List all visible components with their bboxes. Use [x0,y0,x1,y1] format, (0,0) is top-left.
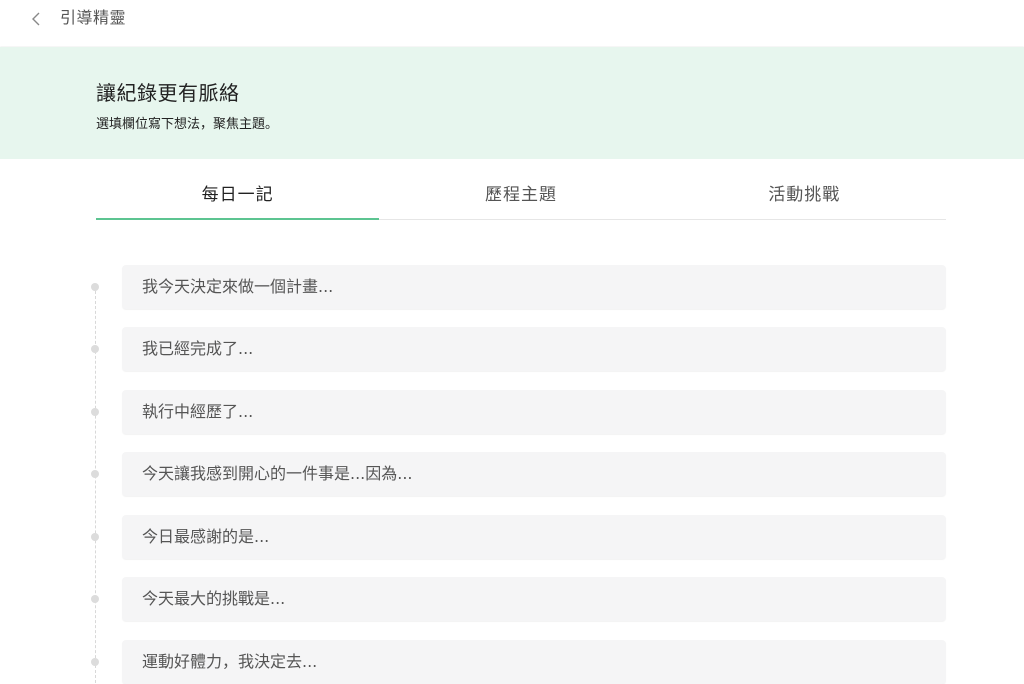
prompt-row: 我已經完成了... [0,327,1024,371]
prompt-row: 運動好體力，我決定去... [0,640,1024,684]
prompt-input-experienced[interactable]: 執行中經歷了... [122,390,946,434]
prompt-row: 今日最感謝的是... [0,515,1024,559]
prompt-row: 今天讓我感到開心的一件事是...因為... [0,452,1024,496]
timeline-dot [91,658,99,666]
timeline-dot [91,345,99,353]
prompt-input-completed[interactable]: 我已經完成了... [122,327,946,371]
prompt-input-gratitude[interactable]: 今日最感謝的是... [122,515,946,559]
timeline-dot [91,283,99,291]
intro-banner: 讓紀錄更有脈絡 選填欄位寫下想法，聚焦主題。 [0,47,1024,159]
tab-journey-topic[interactable]: 歷程主題 [379,172,662,219]
prompt-row: 執行中經歷了... [0,390,1024,434]
top-bar: 引導精靈 [0,0,1024,46]
timeline-dot [91,533,99,541]
tab-daily-note[interactable]: 每日一記 [96,172,380,220]
prompt-row: 今天最大的挑戰是... [0,577,1024,621]
banner-subtitle: 選填欄位寫下想法，聚焦主題。 [96,117,279,132]
prompt-row: 我今天決定來做一個計畫... [0,265,1024,309]
page-title: 引導精靈 [60,8,127,27]
prompt-input-challenge[interactable]: 今天最大的挑戰是... [122,577,946,621]
tab-activity-challenge[interactable]: 活動挑戰 [663,172,946,219]
timeline-dot [91,408,99,416]
timeline-dot [91,470,99,478]
prompt-input-plan[interactable]: 我今天決定來做一個計畫... [122,265,946,309]
timeline-dot [91,595,99,603]
chevron-left-icon[interactable] [29,11,45,27]
tab-bar: 每日一記 歷程主題 活動挑戰 [96,172,946,220]
banner-title: 讓紀錄更有脈絡 [96,81,240,105]
prompt-input-happy-moment[interactable]: 今天讓我感到開心的一件事是...因為... [122,452,946,496]
prompt-input-exercise[interactable]: 運動好體力，我決定去... [122,640,946,684]
